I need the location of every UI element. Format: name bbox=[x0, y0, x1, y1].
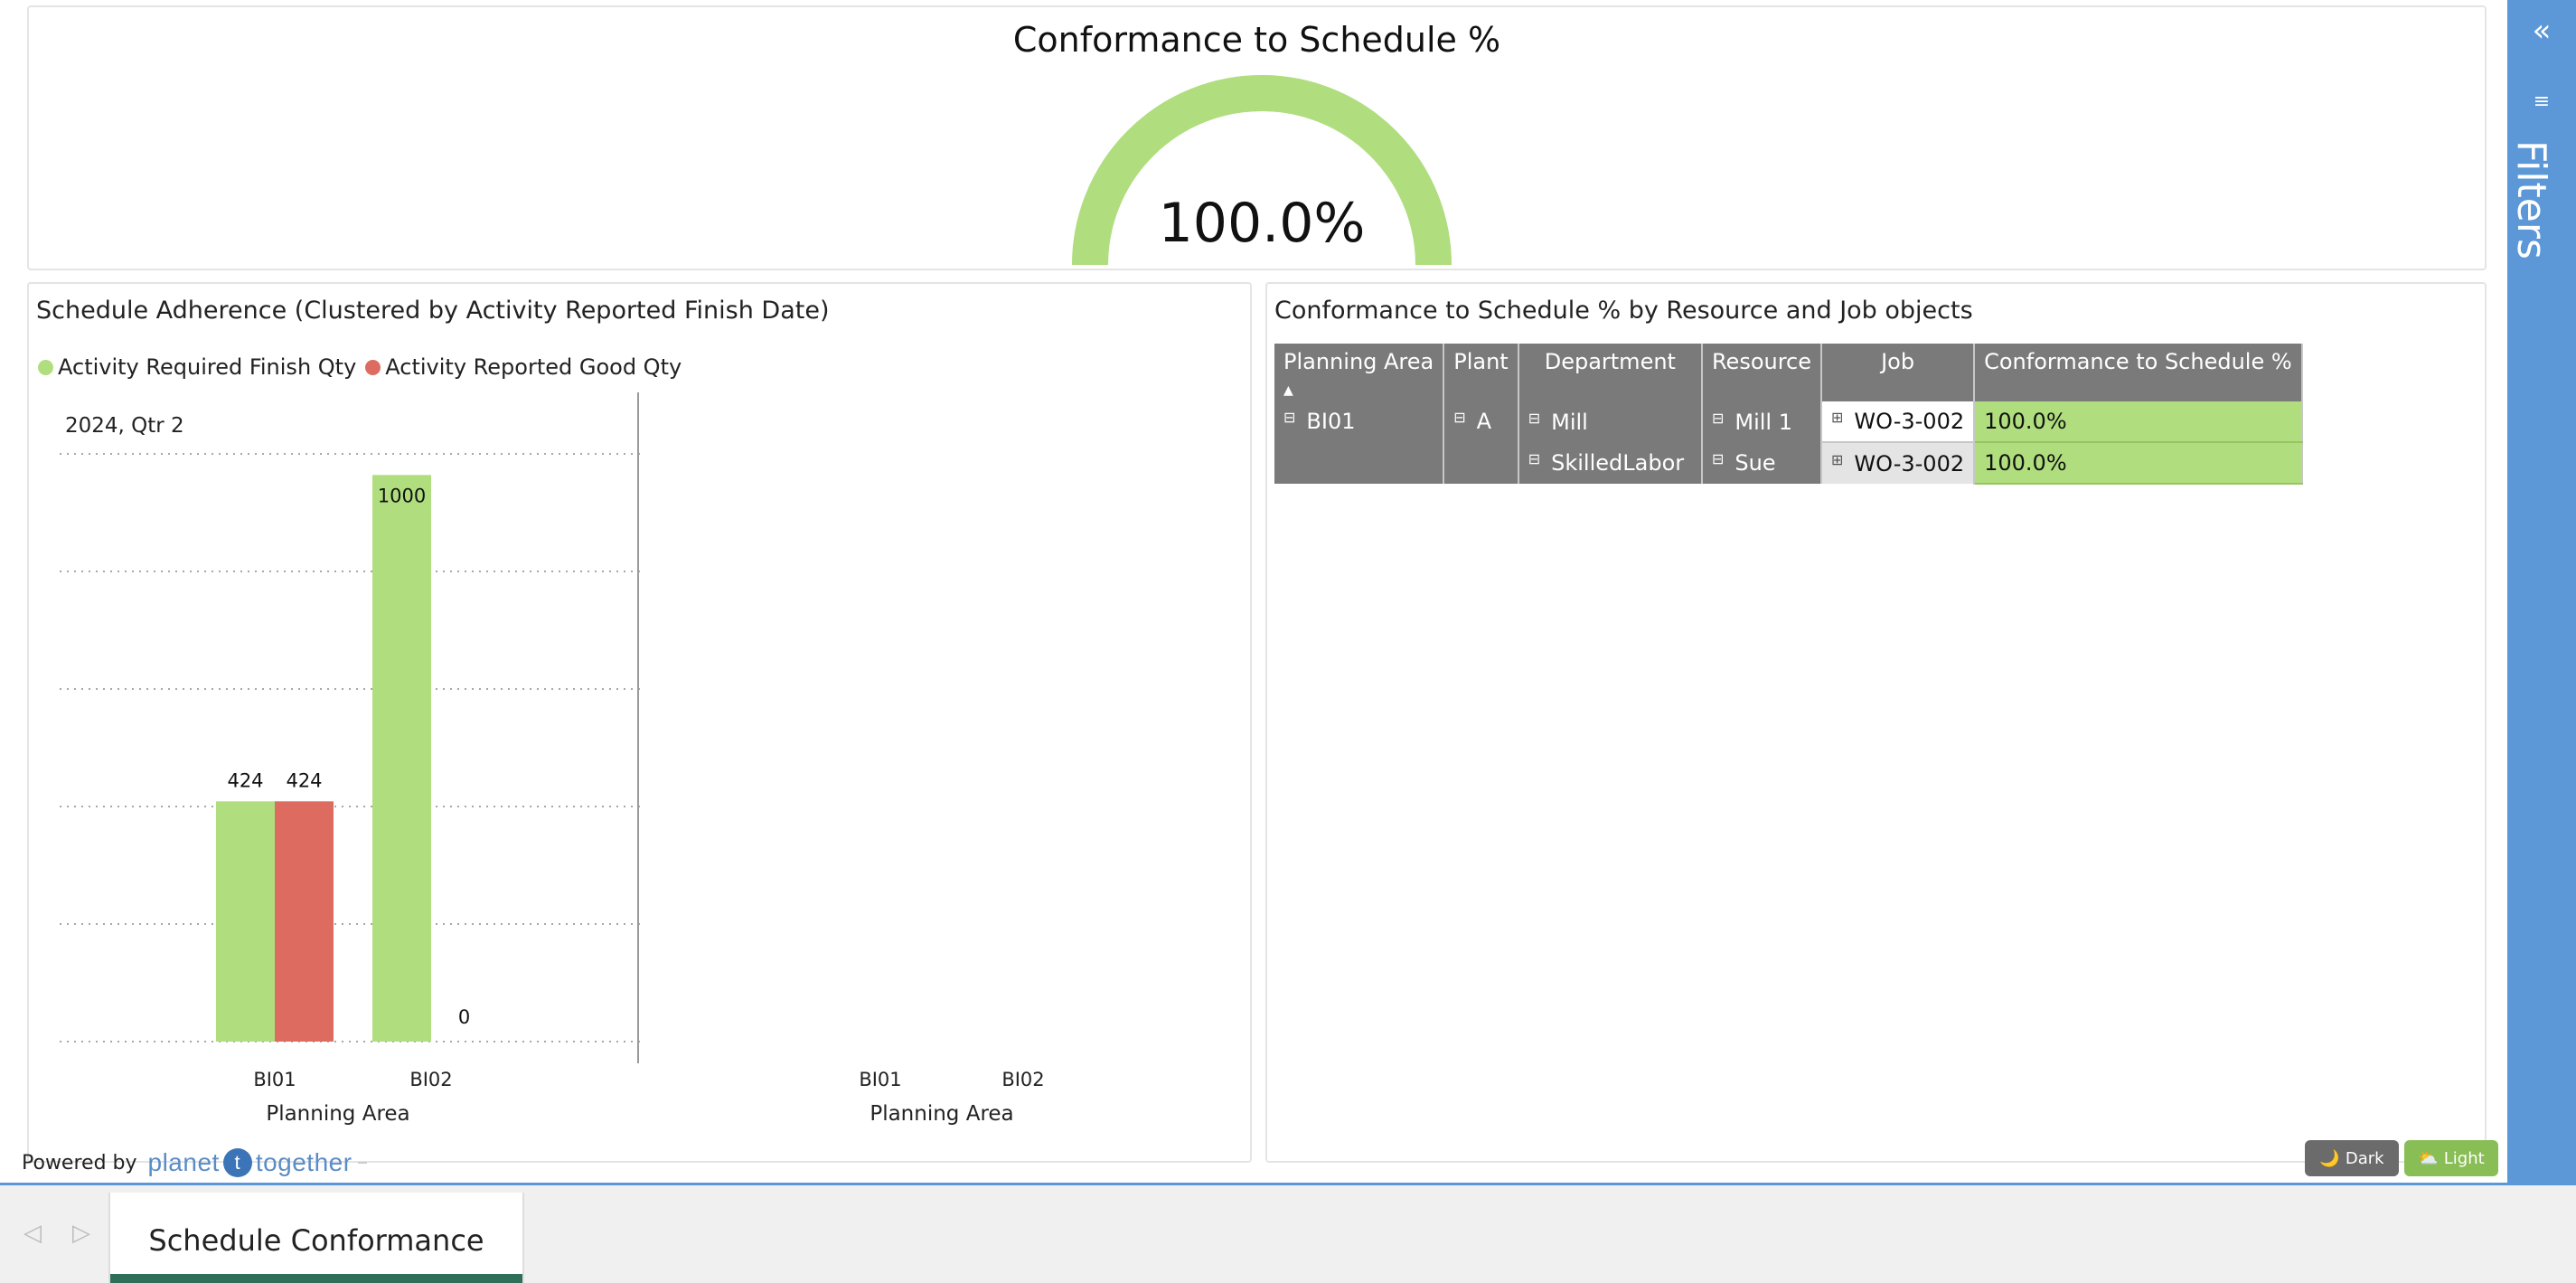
expand-icon[interactable]: ⊞ bbox=[1831, 409, 1843, 426]
job-value: WO-3-002 bbox=[1854, 450, 1965, 476]
dark-theme-button[interactable]: 🌙 Dark bbox=[2305, 1140, 2399, 1176]
sort-ascending-icon: ▲ bbox=[1283, 383, 1293, 398]
cell-planning-area[interactable]: ⊟ BI01 bbox=[1274, 401, 1445, 484]
conformance-matrix-card: Conformance to Schedule % by Resource an… bbox=[1265, 282, 2487, 1163]
light-theme-label: Light bbox=[2443, 1148, 2485, 1168]
gauge-title: Conformance to Schedule % bbox=[1012, 20, 1501, 60]
facet-label: 2024, Qtr 2 bbox=[65, 414, 184, 438]
cell-plant[interactable]: ⊟ A bbox=[1443, 401, 1519, 484]
page-tabs-bar: ◁ ▷ Schedule Conformance bbox=[0, 1183, 2576, 1283]
conformance-matrix: Planning Area ▲ Plant Department Resourc… bbox=[1274, 344, 2303, 485]
table-row: ⊟ BI01 ⊟ A ⊟ Mill ⊟ Mill 1 ⊞ WO-3-002 100.0% bbox=[1274, 401, 2303, 484]
collapse-pane-icon[interactable]: « bbox=[2507, 13, 2576, 49]
schedule-adherence-chart[interactable]: Schedule Adherence (Clustered by Activit… bbox=[27, 282, 1252, 1163]
active-tab-indicator bbox=[110, 1274, 522, 1283]
next-page-icon[interactable]: ▷ bbox=[72, 1220, 90, 1247]
light-theme-button[interactable]: ⛅ Light bbox=[2404, 1140, 2498, 1176]
prev-page-icon[interactable]: ◁ bbox=[24, 1220, 42, 1247]
filters-pane[interactable]: « ≡ Filters bbox=[2507, 0, 2576, 1184]
planning-area-value: BI01 bbox=[1306, 409, 1356, 434]
col-header-planning-area[interactable]: Planning Area ▲ bbox=[1274, 344, 1445, 401]
data-label: 424 bbox=[286, 769, 322, 791]
filters-label[interactable]: Filters bbox=[2508, 140, 2554, 259]
data-label: 424 bbox=[227, 769, 263, 791]
collapse-icon[interactable]: ⊟ bbox=[1528, 450, 1540, 467]
dark-theme-label: Dark bbox=[2345, 1148, 2384, 1168]
cell-conformance: 100.0% bbox=[1974, 442, 2303, 485]
cell-resource[interactable]: ⊟ Sue bbox=[1701, 442, 1823, 484]
col-header-planning-area-label: Planning Area bbox=[1283, 349, 1434, 374]
bar bbox=[372, 475, 431, 1042]
powered-by: Powered by planet t together bbox=[22, 1148, 367, 1177]
resource-value: Sue bbox=[1735, 450, 1776, 476]
logo-mark-icon: t bbox=[222, 1148, 252, 1177]
gauge-card: Conformance to Schedule % 100.0% bbox=[27, 5, 2487, 270]
col-header-job[interactable]: Job bbox=[1821, 344, 1976, 401]
cell-resource[interactable]: ⊟ Mill 1 bbox=[1701, 401, 1823, 442]
cell-department[interactable]: ⊟ Mill bbox=[1518, 401, 1703, 442]
x-tick-label: BI01 bbox=[859, 1069, 901, 1090]
job-value: WO-3-002 bbox=[1854, 409, 1965, 434]
bar bbox=[275, 801, 334, 1042]
tab-label: Schedule Conformance bbox=[148, 1223, 484, 1258]
x-tick-label: BI02 bbox=[409, 1069, 452, 1090]
resource-value: Mill 1 bbox=[1735, 409, 1792, 435]
cell-job[interactable]: ⊞ WO-3-002 bbox=[1821, 442, 1976, 484]
sun-cloud-icon: ⛅ bbox=[2418, 1148, 2439, 1168]
bar-chart-svg: 2024, Qtr 2 BI01 424 424 BI02 1000 0 Planning A… bbox=[60, 392, 1045, 1126]
collapse-icon[interactable]: ⊟ bbox=[1712, 410, 1724, 427]
col-header-plant[interactable]: Plant bbox=[1443, 344, 1519, 401]
cell-job[interactable]: ⊞ WO-3-002 bbox=[1821, 401, 1976, 443]
x-tick-label: BI01 bbox=[253, 1069, 296, 1090]
moon-icon: 🌙 bbox=[2319, 1148, 2340, 1168]
bar bbox=[216, 801, 275, 1042]
planettogether-logo[interactable]: planet t together bbox=[148, 1148, 367, 1177]
filter-icon: ≡ bbox=[2533, 90, 2551, 113]
x-axis-title: Planning Area bbox=[266, 1102, 409, 1126]
cell-conformance: 100.0% bbox=[1974, 401, 2303, 443]
x-axis-title: Planning Area bbox=[870, 1102, 1013, 1126]
x-tick-label: BI02 bbox=[1001, 1069, 1044, 1090]
collapse-icon[interactable]: ⊟ bbox=[1712, 450, 1724, 467]
expand-icon[interactable]: ⊞ bbox=[1831, 451, 1843, 468]
plant-value: A bbox=[1476, 409, 1492, 434]
col-header-department[interactable]: Department bbox=[1518, 344, 1703, 401]
collapse-icon[interactable]: ⊟ bbox=[1283, 409, 1295, 426]
matrix-title: Conformance to Schedule % by Resource an… bbox=[1274, 297, 1973, 325]
collapse-icon[interactable]: ⊟ bbox=[1528, 410, 1540, 427]
gauge-value: 100.0% bbox=[1158, 192, 1366, 255]
logo-divider bbox=[357, 1162, 367, 1164]
department-value: Mill bbox=[1551, 409, 1588, 435]
cell-department[interactable]: ⊟ SkilledLabor bbox=[1518, 442, 1703, 484]
col-header-resource[interactable]: Resource bbox=[1701, 344, 1823, 401]
data-label: 0 bbox=[458, 1006, 470, 1028]
tab-schedule-conformance[interactable]: Schedule Conformance bbox=[108, 1193, 524, 1283]
logo-text-left: planet bbox=[147, 1148, 220, 1176]
logo-text-right: together bbox=[255, 1148, 353, 1176]
data-label: 1000 bbox=[378, 485, 426, 506]
col-header-conformance[interactable]: Conformance to Schedule % bbox=[1974, 344, 2303, 401]
department-value: SkilledLabor bbox=[1551, 450, 1685, 476]
powered-by-label: Powered by bbox=[22, 1151, 137, 1175]
collapse-icon[interactable]: ⊟ bbox=[1453, 409, 1465, 426]
